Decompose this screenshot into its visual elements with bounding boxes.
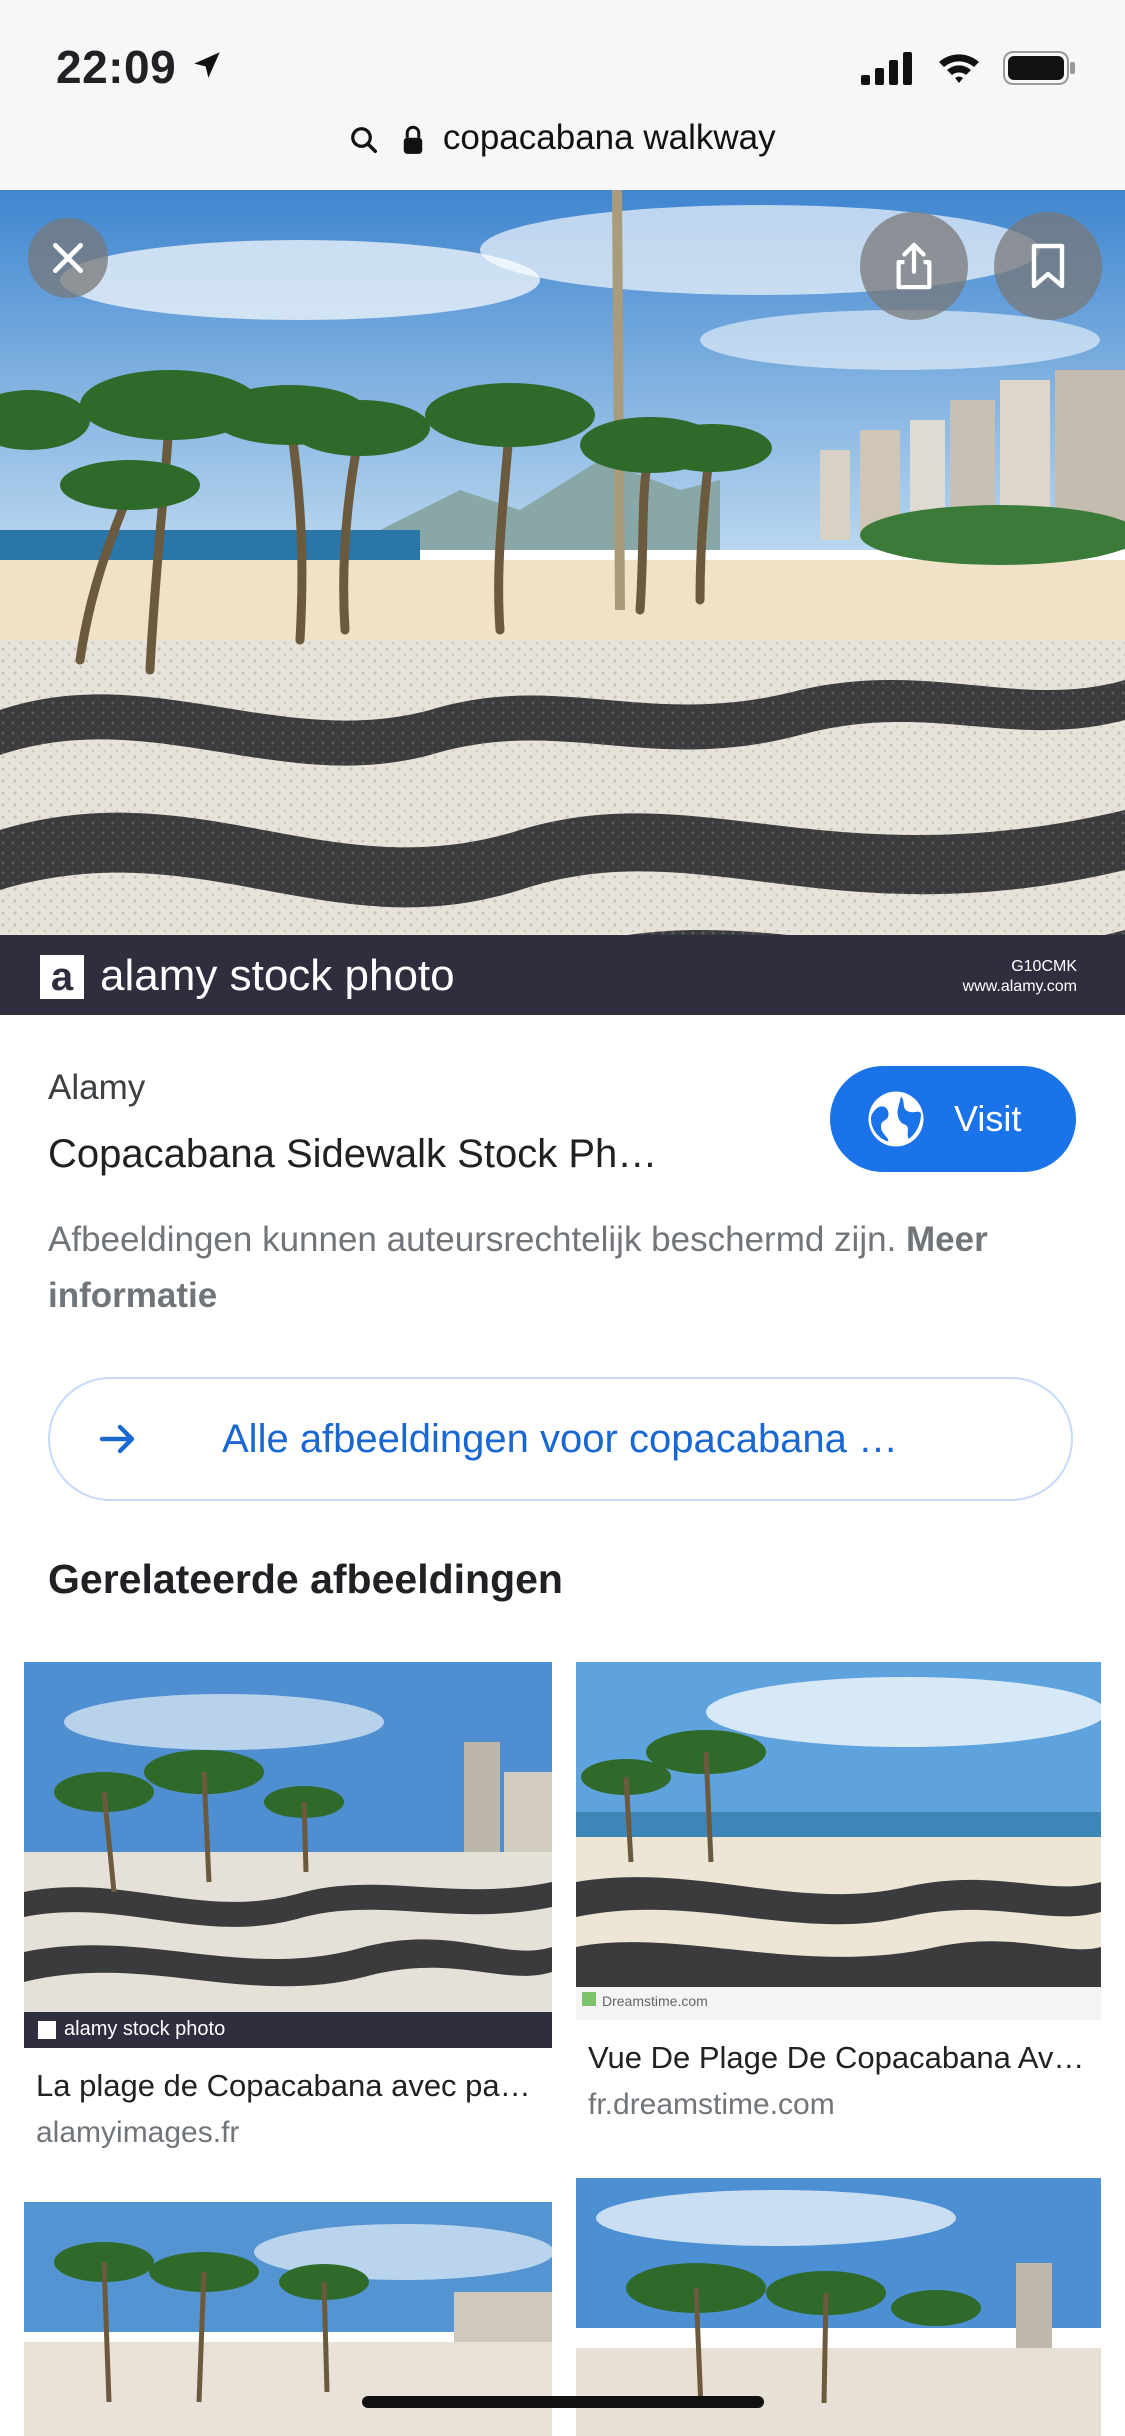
status-time: 22:09 (56, 41, 177, 93)
bookmark-icon (1031, 243, 1065, 289)
share-icon (896, 242, 932, 290)
related-thumbnail: alamy stock photo (24, 1662, 552, 2048)
caption-code: G10CMK www.alamy.com (963, 957, 1077, 997)
home-indicator[interactable] (362, 2396, 764, 2408)
related-photo-1 (24, 1662, 552, 2048)
copyright-notice: Afbeeldingen kunnen auteursrechtelijk be… (48, 1212, 1078, 1324)
caption-watermark: alamy stock photo (100, 951, 455, 1000)
related-watermark: alamy stock photo (64, 2018, 226, 2040)
hero-photo (0, 190, 1125, 1015)
arrow-right-icon (99, 1424, 135, 1454)
all-images-label: Alle afbeeldingen voor copacabana … (222, 1417, 899, 1461)
all-images-button[interactable]: Alle afbeeldingen voor copacabana … (48, 1377, 1073, 1501)
related-photo-2 (576, 1662, 1101, 2020)
related-card[interactable]: alamy stock photo La plage de Copacabana… (24, 1662, 552, 2162)
search-icon (351, 126, 378, 153)
globe-icon (868, 1091, 924, 1147)
image-caption-bar: a alamy stock photo G10CMK www.alamy.com (0, 935, 1125, 1015)
notice-text: Afbeeldingen kunnen auteursrechtelijk be… (48, 1220, 897, 1259)
signal-icon (861, 52, 912, 85)
related-heading: Gerelateerde afbeeldingen (48, 1556, 563, 1602)
related-card[interactable]: Dreamstime.com Vue De Plage De Copacaban… (576, 1662, 1101, 2132)
alamy-logo: a (40, 955, 84, 999)
hero-image[interactable] (0, 190, 1125, 1015)
address-bar[interactable]: copacabana walkway (0, 110, 1125, 191)
lock-icon (403, 125, 423, 154)
close-icon (52, 242, 84, 274)
related-title: Vue De Plage De Copacabana Av… (588, 2040, 1085, 2075)
share-button[interactable] (860, 212, 968, 320)
image-code: G10CMK (1011, 958, 1077, 975)
battery-icon (1003, 51, 1075, 85)
related-watermark: Dreamstime.com (602, 1993, 708, 2009)
related-title: La plage de Copacabana avec pa… (36, 2068, 531, 2103)
related-domain: fr.dreamstime.com (588, 2088, 835, 2121)
visit-label: Visit (954, 1098, 1022, 1139)
related-domain: alamyimages.fr (36, 2116, 240, 2149)
close-button[interactable] (28, 218, 108, 298)
save-button[interactable] (994, 212, 1102, 320)
result-title[interactable]: Copacabana Sidewalk Stock Ph… (48, 1132, 748, 1177)
image-site: www.alamy.com (962, 978, 1077, 995)
url-text: copacabana walkway (442, 118, 776, 157)
wifi-icon (939, 54, 979, 83)
result-source: Alamy (48, 1068, 146, 1107)
location-arrow-icon (194, 52, 220, 78)
visit-button[interactable]: Visit (830, 1066, 1076, 1172)
related-watermark-logo (38, 2021, 56, 2039)
related-thumbnail: Dreamstime.com (576, 1662, 1101, 2020)
